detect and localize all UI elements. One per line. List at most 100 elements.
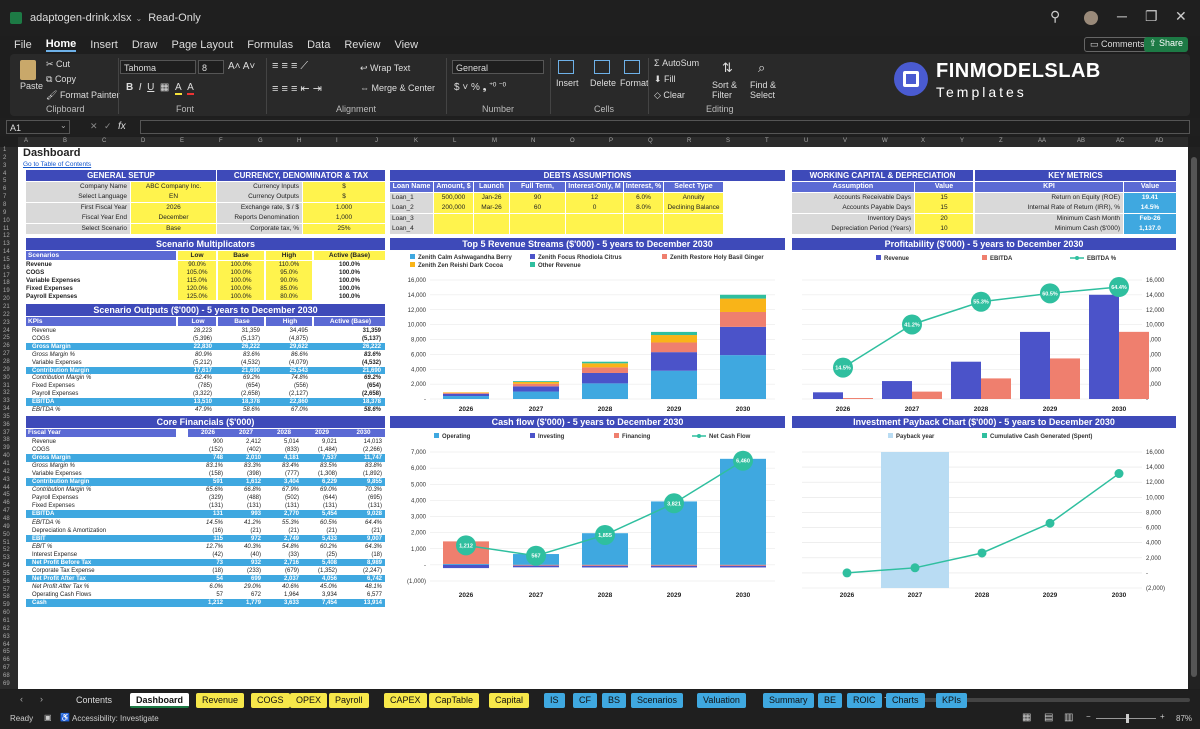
row-header[interactable]: 32 xyxy=(3,390,10,396)
working-capital-value[interactable]: 20 xyxy=(915,213,973,224)
sheet-tab-be[interactable]: BE xyxy=(818,693,843,708)
loan-value[interactable]: Jan-26 xyxy=(474,192,509,203)
font-name-select[interactable]: Tahoma xyxy=(120,60,196,74)
sheet-tab-bs[interactable]: BS xyxy=(602,693,627,708)
merge-center-button[interactable]: ⇔ Merge & Center xyxy=(360,83,435,93)
scenario-multiplier-value[interactable]: 115.0% xyxy=(178,276,216,285)
sheet-tab-capex[interactable]: CAPEX xyxy=(384,693,427,708)
scenario-multiplier-value[interactable]: 120.0% xyxy=(178,284,216,293)
row-header[interactable]: 5 xyxy=(3,178,6,184)
column-header[interactable]: A xyxy=(24,138,28,144)
loan-value[interactable]: 200,000 xyxy=(434,203,473,214)
sheet-tab-charts[interactable]: Charts xyxy=(886,693,925,708)
scenario-multiplier-value[interactable]: 125.0% xyxy=(178,292,216,301)
row-header[interactable]: 17 xyxy=(3,273,10,279)
column-header[interactable]: M xyxy=(492,138,497,144)
currency-value[interactable]: $ xyxy=(303,181,385,192)
row-header[interactable]: 15 xyxy=(3,257,10,263)
page-break-icon[interactable]: ▥ xyxy=(1064,712,1073,723)
loan-value[interactable]: 0 xyxy=(566,203,623,214)
menu-formulas[interactable]: Formulas xyxy=(247,39,293,51)
row-header[interactable]: 53 xyxy=(3,555,10,561)
row-header[interactable]: 27 xyxy=(3,351,10,357)
restore-icon[interactable]: ❐ xyxy=(1145,8,1158,25)
loan-value[interactable] xyxy=(624,213,663,224)
row-header[interactable]: 3 xyxy=(3,163,6,169)
row-header[interactable]: 26 xyxy=(3,343,10,349)
column-header[interactable]: C xyxy=(102,138,106,144)
formula-input[interactable] xyxy=(140,120,1190,134)
column-header[interactable]: Z xyxy=(999,138,1003,144)
row-header[interactable]: 48 xyxy=(3,516,10,522)
row-header[interactable]: 52 xyxy=(3,547,10,553)
currency-value[interactable]: $ xyxy=(303,192,385,203)
align-icons-2[interactable]: ≡ ≡ ≡ ⇤ ⇥ xyxy=(272,82,322,95)
row-header[interactable]: 69 xyxy=(3,681,10,687)
loan-value[interactable]: 12 xyxy=(566,192,623,203)
column-header[interactable]: U xyxy=(804,138,808,144)
column-header[interactable]: T xyxy=(765,138,769,144)
format-cells-icon[interactable] xyxy=(624,60,640,74)
loan-value[interactable]: Mar-26 xyxy=(474,203,509,214)
scenario-multiplier-value[interactable]: 100.0% xyxy=(218,261,264,269)
loan-value[interactable] xyxy=(664,213,723,224)
row-header[interactable]: 8 xyxy=(3,202,6,208)
row-header[interactable]: 49 xyxy=(3,524,10,530)
working-capital-value[interactable]: 15 xyxy=(915,203,973,214)
column-header[interactable]: P xyxy=(609,138,613,144)
row-header[interactable]: 38 xyxy=(3,437,10,443)
column-header[interactable]: AD xyxy=(1155,138,1163,144)
column-header[interactable]: F xyxy=(219,138,223,144)
column-header[interactable]: Y xyxy=(960,138,964,144)
column-header[interactable]: G xyxy=(258,138,263,144)
loan-value[interactable]: Annuity xyxy=(664,192,723,203)
row-header[interactable]: 13 xyxy=(3,241,10,247)
align-icons[interactable]: ≡ ≡ ≡ ⟋ xyxy=(272,60,308,73)
working-capital-value[interactable]: 10 xyxy=(915,224,973,235)
column-header[interactable]: AB xyxy=(1077,138,1085,144)
row-header[interactable]: 11 xyxy=(3,226,9,232)
font-style-buttons[interactable]: B I U ▦ A A xyxy=(126,82,194,95)
row-header[interactable]: 60 xyxy=(3,610,10,616)
cancel-icon[interactable]: ✕ xyxy=(90,121,98,132)
share-button[interactable]: ⇪ Share xyxy=(1144,37,1189,52)
general-setup-value[interactable]: Base xyxy=(131,223,216,234)
row-header[interactable]: 21 xyxy=(3,304,10,310)
row-header[interactable]: 65 xyxy=(3,649,10,655)
scenario-multiplier-value[interactable]: 100.0% xyxy=(218,268,264,277)
zoom-slider[interactable] xyxy=(1096,714,1156,723)
row-header[interactable]: 59 xyxy=(3,602,10,608)
fill-button[interactable]: ⬇ Fill xyxy=(654,74,676,85)
comments-button[interactable]: ▭ Comments xyxy=(1084,37,1151,52)
wrap-text-button[interactable]: ↩ Wrap Text xyxy=(360,63,410,74)
row-header[interactable]: 12 xyxy=(3,233,10,239)
font-size-select[interactable]: 8 xyxy=(198,60,224,74)
page-layout-icon[interactable]: ▤ xyxy=(1044,712,1053,723)
scenario-multiplier-value[interactable]: 80.0% xyxy=(266,292,312,301)
row-header[interactable]: 16 xyxy=(3,265,10,271)
loan-value[interactable] xyxy=(510,213,565,224)
sheet-tab-capital[interactable]: Capital xyxy=(489,693,530,708)
autosum-button[interactable]: Σ AutoSum xyxy=(654,58,699,68)
find-select-button[interactable]: Find & Select xyxy=(750,80,782,100)
font-size-buttons[interactable]: A˄ A˅ xyxy=(228,61,255,72)
sheet-tab-roic[interactable]: ROIC xyxy=(847,693,882,708)
column-header[interactable]: X xyxy=(921,138,925,144)
row-header[interactable]: 36 xyxy=(3,422,10,428)
row-header[interactable]: 62 xyxy=(3,626,10,632)
fx-icon[interactable]: fx xyxy=(118,121,126,132)
row-header[interactable]: 42 xyxy=(3,469,10,475)
sheet-tab-cf[interactable]: CF xyxy=(573,693,597,708)
column-header[interactable]: Q xyxy=(648,138,653,144)
sheet-tab-revenue[interactable]: Revenue xyxy=(196,693,245,708)
row-header[interactable]: 56 xyxy=(3,579,10,585)
column-header[interactable]: O xyxy=(570,138,575,144)
column-header[interactable]: R xyxy=(687,138,691,144)
column-header[interactable]: S xyxy=(726,138,730,144)
sheet-tab-scenarios[interactable]: Scenarios xyxy=(631,693,684,708)
row-header[interactable]: 54 xyxy=(3,563,10,569)
toc-link[interactable]: Go to Table of Contents xyxy=(23,161,91,168)
row-header[interactable]: 7 xyxy=(3,194,6,200)
loan-value[interactable]: 6.0% xyxy=(624,192,663,203)
currency-value[interactable]: 25% xyxy=(303,223,385,234)
